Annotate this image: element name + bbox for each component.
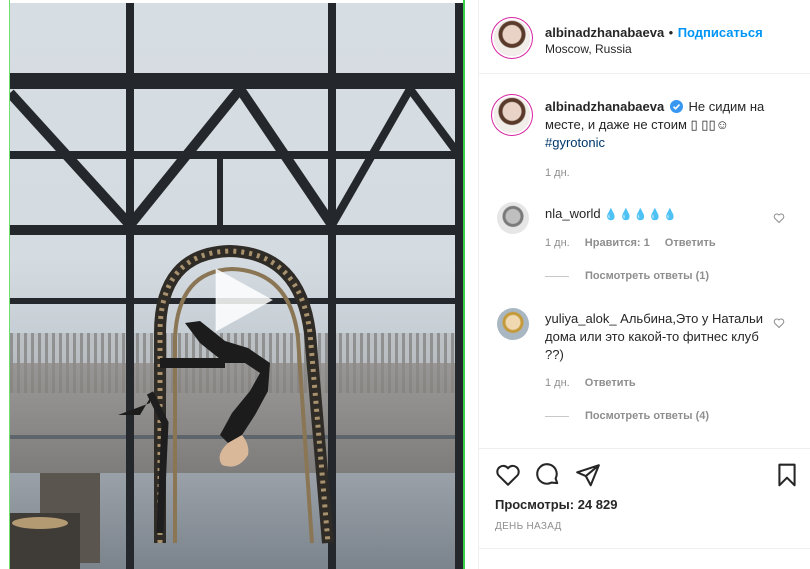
comment-time[interactable]: 1 дн. [545, 377, 570, 389]
play-icon[interactable] [206, 265, 276, 335]
caption-body: albinadzhanabaeva Не сидим на месте, и д… [545, 98, 785, 152]
video-border [463, 0, 465, 569]
comment-text: 💧💧💧💧💧 [604, 209, 678, 221]
post-side-panel: albinadzhanabaeva • Подписаться Moscow, … [478, 0, 810, 569]
comment-time[interactable]: 1 дн. [545, 237, 570, 249]
heart-icon[interactable] [495, 462, 521, 488]
caption-time[interactable]: 1 дн. [545, 167, 570, 179]
actions-divider [479, 448, 810, 449]
view-replies-label: Посмотреть ответы (4) [585, 410, 710, 422]
comment-meta: 1 дн. Ответить [545, 377, 636, 389]
comment-avatar[interactable] [497, 308, 529, 340]
caption-username[interactable]: albinadzhanabaeva [545, 99, 664, 114]
comment-avatar[interactable] [497, 202, 529, 234]
header-separator: • [668, 25, 674, 40]
caption-hashtag[interactable]: #gyrotonic [545, 135, 605, 150]
view-replies-label: Посмотреть ответы (1) [585, 270, 710, 282]
verified-badge-icon [669, 100, 683, 113]
comment-input-divider [479, 548, 810, 549]
view-replies-button[interactable]: Посмотреть ответы (4) [545, 410, 709, 422]
comment-username[interactable]: yuliya_alok_ [545, 311, 617, 326]
replies-line [545, 275, 569, 277]
comment-like-heart-icon[interactable] [773, 317, 785, 329]
paper-plane-icon[interactable] [575, 462, 601, 488]
view-replies-button[interactable]: Посмотреть ответы (1) [545, 270, 709, 282]
comment-reply-button[interactable]: Ответить [665, 237, 716, 249]
comment-like-heart-icon[interactable] [773, 212, 785, 224]
header-avatar[interactable] [494, 20, 530, 56]
comment-username[interactable]: nla_world [545, 206, 601, 221]
comment-icon[interactable] [535, 462, 561, 488]
caption-avatar[interactable] [494, 97, 530, 133]
post-time[interactable]: ДЕНЬ НАЗАД [495, 521, 562, 532]
comment-body: yuliya_alok_ Альбина,Это у Натальи дома … [545, 310, 765, 364]
comment-meta: 1 дн. Нравится: 1 Ответить [545, 237, 716, 249]
comment-reply-button[interactable]: Ответить [585, 377, 636, 389]
follow-button[interactable]: Подписаться [678, 25, 763, 40]
comment-likes[interactable]: Нравится: 1 [585, 237, 650, 249]
video-player[interactable] [10, 3, 465, 569]
bookmark-icon[interactable] [774, 462, 800, 488]
header-divider [479, 73, 810, 74]
comment-body: nla_world 💧💧💧💧💧 [545, 205, 765, 224]
header-location[interactable]: Moscow, Russia [545, 40, 632, 58]
replies-line [545, 415, 569, 417]
header-username[interactable]: albinadzhanabaeva [545, 25, 664, 40]
views-count[interactable]: Просмотры: 24 829 [495, 496, 617, 514]
